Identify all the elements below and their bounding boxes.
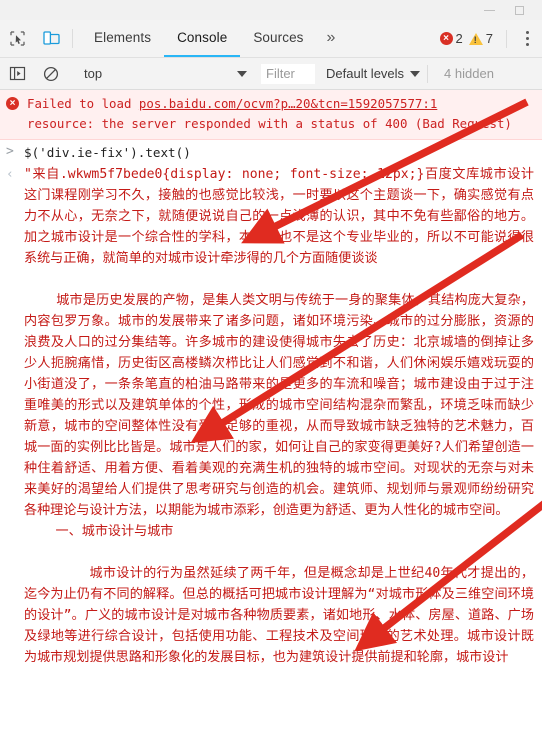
issue-counters[interactable]: × 2 7 [439,31,499,46]
console-sidebar-icon [9,66,25,81]
tab-sources[interactable]: Sources [240,20,316,57]
chevron-down-icon [410,70,421,77]
error-message-prefix: Failed to load [27,96,139,111]
input-prompt-icon: > [6,144,14,159]
tabbar-right-group: × 2 7 [439,20,542,57]
warning-count-value: 7 [485,31,493,46]
filter-input[interactable]: Filter [261,63,315,84]
inspect-element-button[interactable] [0,20,34,57]
console-result-entry[interactable]: ‹ "来自.wkwm5f7bede0{display: none; font-s… [0,163,542,674]
kebab-dot [525,43,529,46]
console-error-message[interactable]: × Failed to load pos.baidu.com/ocvm?p…20… [0,90,542,140]
execution-context-selector[interactable]: top [77,63,252,84]
console-input-code: $('div.ie-fix').text() [24,145,191,160]
devtools-window: Elements Console Sources » × 2 7 [0,0,542,746]
toolbar-divider [72,29,73,48]
device-toolbar-toggle-button[interactable] [34,20,68,57]
log-levels-selector[interactable]: Default levels [326,66,421,81]
console-input-entry[interactable]: > $('div.ie-fix').text() [0,140,542,163]
warning-count-icon [468,32,483,45]
kebab-dot [525,31,529,34]
error-source-link[interactable]: pos.baidu.com/ocvm?p…20&tcn=1592057577:1 [139,96,437,111]
console-message-list[interactable]: × Failed to load pos.baidu.com/ocvm?p…20… [0,90,542,716]
tab-elements[interactable]: Elements [81,20,164,57]
error-message-suffix: resource: the server responded with a st… [27,116,512,131]
window-titlebar [0,0,542,20]
toolbar-divider-2 [506,29,507,48]
error-icon: × [6,97,19,110]
error-count-icon: × [439,32,453,45]
execution-context-value: top [84,66,103,81]
maximize-icon [514,5,524,15]
console-result-value: "来自.wkwm5f7bede0{display: none; font-siz… [24,167,534,665]
result-prompt-icon: ‹ [6,167,14,182]
filterbar-divider-2 [427,64,429,83]
clear-console-icon [43,66,59,81]
console-filter-toolbar: top Filter Default levels 4 hidden [0,58,542,90]
console-sidebar-toggle-button[interactable] [0,66,34,81]
kebab-dot [525,37,529,40]
minimize-icon [483,9,495,11]
error-count-value: 2 [455,31,463,46]
device-toolbar-icon [43,31,60,45]
log-levels-label: Default levels [326,66,405,81]
devtools-tabbar: Elements Console Sources » × 2 7 [0,20,542,58]
hidden-messages-count: 4 hidden [444,66,494,81]
window-maximize-button[interactable] [504,1,534,19]
panel-tabs: Elements Console Sources » [81,20,346,57]
more-panels-button[interactable]: » [317,20,346,57]
main-menu-button[interactable] [514,30,540,48]
tab-console[interactable]: Console [164,20,241,57]
inspect-element-icon [9,31,25,46]
chevron-down-icon [237,70,247,77]
error-message-text: Failed to load pos.baidu.com/ocvm?p…20&t… [27,94,512,134]
clear-console-button[interactable] [34,66,68,82]
window-minimize-button[interactable] [474,1,504,19]
